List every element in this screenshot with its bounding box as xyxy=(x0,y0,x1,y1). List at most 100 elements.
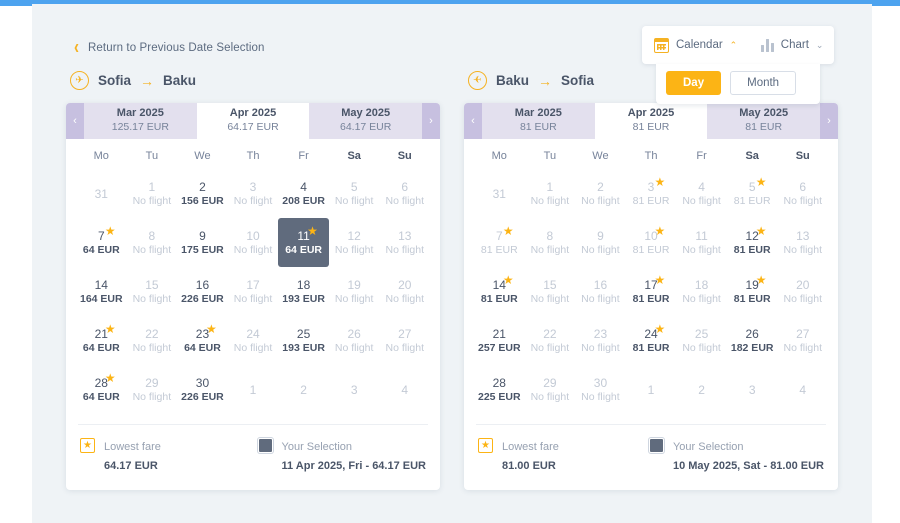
day-price: No flight xyxy=(385,292,425,305)
day-cell: 27 No flight xyxy=(777,316,828,365)
route-header: ✈ Sofia → Baku xyxy=(66,71,440,90)
weekday-header-mo: Mo xyxy=(93,150,109,162)
day-cell[interactable]: ★ 23 64 EUR xyxy=(177,316,228,365)
calendar-card: ‹ Mar 2025 125.17 EUR Apr 2025 64.17 EUR May … xyxy=(66,103,440,490)
plane-right-icon: ✈ xyxy=(70,71,89,90)
month-tab-2[interactable]: May 2025 64.17 EUR xyxy=(309,103,423,139)
day-cell[interactable]: 16 226 EUR xyxy=(177,267,228,316)
calendar-view-toggle[interactable]: Calendar ⌃ xyxy=(654,37,737,53)
day-cell[interactable]: 2 156 EUR xyxy=(177,169,228,218)
calendar-icon xyxy=(654,37,669,53)
next-month-button[interactable]: › xyxy=(820,103,838,139)
day-number: 10 xyxy=(246,228,260,243)
day-cell[interactable]: 26 182 EUR xyxy=(727,316,778,365)
day-price: 225 EUR xyxy=(477,390,521,403)
month-tab-0[interactable]: Mar 2025 125.17 EUR xyxy=(84,103,197,139)
day-number: 11 xyxy=(695,228,708,243)
day-price: 175 EUR xyxy=(181,243,224,256)
day-price: No flight xyxy=(530,243,570,256)
month-tab-name: Apr 2025 xyxy=(229,107,277,120)
calendar-view-label: Calendar xyxy=(676,39,723,51)
weekday-header-we: We xyxy=(592,150,609,162)
day-number: 15 xyxy=(145,277,159,292)
star-icon: ★ xyxy=(205,322,217,336)
calendar-grid: 31 1 No flight 2 156 EUR 3 No flight 4 208 EUR 5 N… xyxy=(66,169,440,420)
month-tab-name: May 2025 xyxy=(739,107,789,120)
day-cell[interactable]: 4 208 EUR xyxy=(278,169,329,218)
day-cell: 8 No flight xyxy=(127,218,178,267)
day-price: No flight xyxy=(132,243,172,256)
return-to-previous-date-selection-link[interactable]: ‹ Return to Previous Date Selection xyxy=(74,37,265,57)
day-price: 208 EUR xyxy=(282,194,325,207)
chevron-down-icon: ⌄ xyxy=(815,39,824,50)
previous-month-button[interactable]: ‹ xyxy=(66,103,84,139)
day-cell[interactable]: ★ 21 64 EUR xyxy=(76,316,127,365)
next-month-button[interactable]: › xyxy=(422,103,440,139)
day-cell: 31 xyxy=(76,169,127,218)
chart-view-toggle[interactable]: Chart ⌄ xyxy=(761,38,823,52)
legend-your-selection: Your Selection 10 May 2025, Sat - 81.00 E… xyxy=(639,437,824,474)
day-number: 9 xyxy=(199,228,206,243)
day-cell: 18 No flight xyxy=(676,267,727,316)
day-cell[interactable]: ★ 5 81 EUR xyxy=(727,169,778,218)
month-tab-1[interactable]: Apr 2025 64.17 EUR xyxy=(196,103,310,139)
day-cell[interactable]: ★ 7 64 EUR xyxy=(76,218,127,267)
weekday-header-su: Su xyxy=(795,150,810,162)
day-cell: 1 No flight xyxy=(127,169,178,218)
day-cell[interactable]: 14 164 EUR xyxy=(76,267,127,316)
plane-left-icon: ✈ xyxy=(468,71,487,90)
day-price: No flight xyxy=(581,390,620,403)
month-tab-0[interactable]: Mar 2025 81 EUR xyxy=(482,103,595,139)
star-icon: ★ xyxy=(654,273,666,287)
day-cell[interactable]: ★ 12 81 EUR xyxy=(727,218,778,267)
day-cell[interactable]: 9 175 EUR xyxy=(177,218,228,267)
day-cell[interactable]: ★ 7 81 EUR xyxy=(474,218,525,267)
weekday-header-th: Th xyxy=(644,150,658,162)
day-price: No flight xyxy=(132,390,172,403)
day-cell: 8 No flight xyxy=(525,218,576,267)
view-mode-row: Calendar ⌃ Chart ⌄ xyxy=(642,26,834,64)
day-cell[interactable]: 25 193 EUR xyxy=(278,316,329,365)
day-price: No flight xyxy=(385,194,425,207)
day-cell[interactable]: ★ 19 81 EUR xyxy=(727,267,778,316)
month-tab-2[interactable]: May 2025 81 EUR xyxy=(707,103,821,139)
calendar-grid: 31 1 No flight 2 No flight ★ 3 81 EUR 4 No flight… xyxy=(464,169,838,420)
day-number: 30 xyxy=(195,375,210,390)
month-granularity-button[interactable]: Month xyxy=(730,71,797,95)
day-number: 3 xyxy=(350,382,358,397)
day-cell[interactable]: ★ 3 81 EUR xyxy=(626,169,677,218)
day-cell[interactable]: 21 257 EUR xyxy=(474,316,525,365)
day-number: 27 xyxy=(398,326,412,341)
day-number: 5 xyxy=(748,179,756,194)
day-price: No flight xyxy=(530,390,570,403)
legend-selection-title: Your Selection xyxy=(281,441,353,453)
star-icon: ★ xyxy=(654,175,666,189)
day-cell: 10 No flight xyxy=(228,218,279,267)
day-number: 8 xyxy=(546,228,554,243)
month-tab-name: Mar 2025 xyxy=(514,107,562,120)
day-cell[interactable]: ★ 24 81 EUR xyxy=(626,316,677,365)
day-price: No flight xyxy=(334,341,374,354)
day-price: No flight xyxy=(385,243,425,256)
day-cell[interactable]: 28 225 EUR xyxy=(474,365,525,414)
day-cell[interactable]: ★ 11 64 EUR xyxy=(278,218,329,267)
day-price: No flight xyxy=(682,243,721,256)
calendar-week-row: ★ 21 64 EUR 22 No flight ★ 23 64 EUR 24 No flight… xyxy=(76,316,430,365)
day-price: 64 EUR xyxy=(285,243,322,256)
day-price: No flight xyxy=(783,243,823,256)
day-cell[interactable]: 30 226 EUR xyxy=(177,365,228,414)
day-number: 2 xyxy=(698,382,705,397)
month-tab-1[interactable]: Apr 2025 81 EUR xyxy=(594,103,708,139)
day-cell: 4 xyxy=(379,365,430,414)
day-number: 3 xyxy=(647,179,655,194)
day-cell[interactable]: ★ 14 81 EUR xyxy=(474,267,525,316)
day-granularity-button[interactable]: Day xyxy=(666,71,722,95)
day-number: 5 xyxy=(350,179,358,194)
day-number: 22 xyxy=(145,326,159,341)
day-cell[interactable]: 18 193 EUR xyxy=(278,267,329,316)
day-price: 156 EUR xyxy=(181,194,224,207)
previous-month-button[interactable]: ‹ xyxy=(464,103,482,139)
day-cell[interactable]: ★ 10 81 EUR xyxy=(626,218,677,267)
day-cell[interactable]: ★ 17 81 EUR xyxy=(626,267,677,316)
day-cell[interactable]: ★ 28 64 EUR xyxy=(76,365,127,414)
